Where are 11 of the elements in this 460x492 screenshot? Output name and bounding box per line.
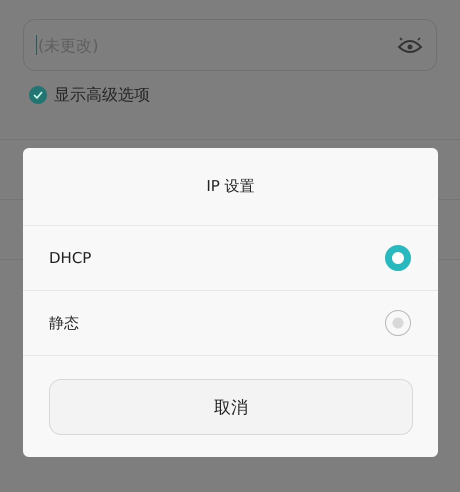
text-cursor: [36, 35, 37, 55]
checkbox-label: 显示高级选项: [54, 84, 150, 106]
cancel-button[interactable]: 取消: [49, 379, 413, 435]
checkbox[interactable]: [29, 86, 47, 104]
radio-button[interactable]: [385, 310, 411, 336]
dialog-title: IP 设置: [23, 148, 438, 226]
checkmark-icon: [32, 90, 44, 100]
eye-icon[interactable]: [397, 35, 423, 55]
radio-button[interactable]: [385, 245, 411, 271]
radio-option[interactable]: 静态: [23, 291, 438, 356]
radio-option[interactable]: DHCP: [23, 226, 438, 291]
